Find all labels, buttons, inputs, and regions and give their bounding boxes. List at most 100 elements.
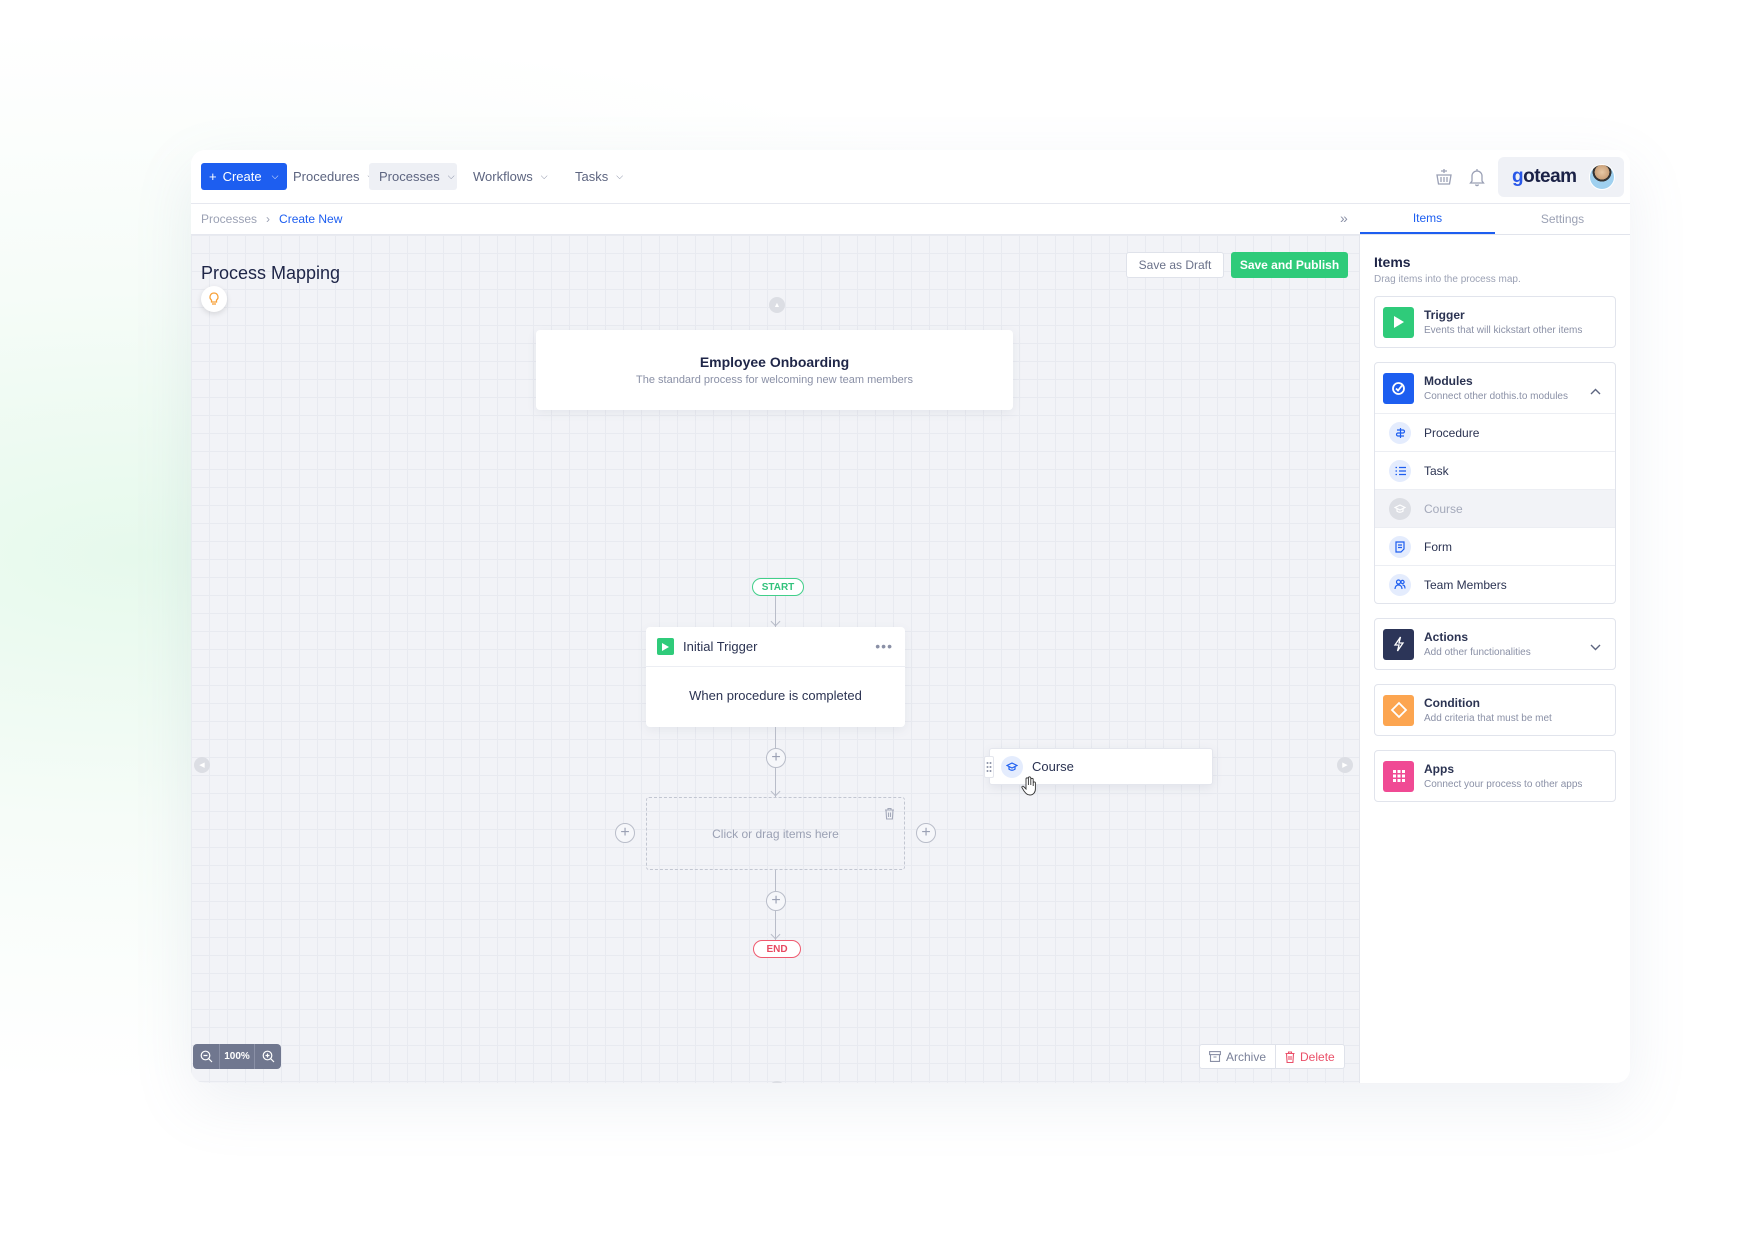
modules-header[interactable]: Modules Connect other dothis.to modules	[1375, 363, 1615, 413]
form-icon	[1389, 535, 1411, 558]
module-label: Team Members	[1424, 577, 1507, 592]
scroll-up-icon[interactable]: ▲	[769, 297, 785, 313]
archive-button[interactable]: Archive	[1200, 1045, 1277, 1068]
check-circle-icon	[1383, 372, 1414, 404]
scroll-left-icon[interactable]: ◀	[194, 757, 210, 773]
start-node: START	[752, 578, 804, 596]
item-modules: Modules Connect other dothis.to modules …	[1374, 362, 1616, 604]
module-label: Course	[1424, 501, 1463, 516]
process-header-card[interactable]: Employee Onboarding The standard process…	[536, 330, 1013, 410]
breadcrumb-processes[interactable]: Processes	[201, 212, 257, 226]
nav-workflows[interactable]: Workflows ⌵	[463, 163, 558, 190]
item-desc: Add criteria that must be met	[1424, 713, 1552, 724]
diamond-icon	[1383, 694, 1414, 726]
grid-icon	[1383, 760, 1414, 792]
process-title: Employee Onboarding	[699, 354, 850, 370]
add-left-branch-button[interactable]: +	[615, 823, 635, 843]
zoom-level: 100%	[219, 1044, 255, 1069]
trash-icon	[1285, 1050, 1295, 1063]
module-procedure[interactable]: Procedure	[1375, 413, 1615, 451]
nav-label: Workflows	[473, 169, 533, 184]
save-and-publish-button[interactable]: Save and Publish	[1231, 252, 1348, 278]
module-team-members[interactable]: Team Members	[1375, 565, 1615, 603]
chevron-down-icon: ⌵	[540, 171, 548, 181]
item-desc: Connect other dothis.to modules	[1424, 391, 1568, 402]
play-icon	[657, 638, 674, 655]
trigger-title: Initial Trigger	[683, 639, 758, 654]
add-step-button[interactable]: +	[766, 748, 786, 768]
tab-settings[interactable]: Settings	[1495, 204, 1630, 234]
item-name: Apps	[1424, 762, 1454, 776]
hand-cursor-icon	[1021, 776, 1037, 801]
dragged-item-label: Course	[1032, 759, 1074, 774]
lightbulb-icon[interactable]	[201, 286, 227, 312]
panel-subtitle: Drag items into the process map.	[1374, 274, 1521, 285]
play-icon	[1383, 306, 1414, 338]
drag-handle-icon[interactable]	[984, 756, 994, 778]
brand-logo: goteam	[1512, 166, 1577, 187]
save-as-draft-button[interactable]: Save as Draft	[1126, 252, 1224, 278]
panel-tabs: Items Settings	[1360, 204, 1630, 235]
item-trigger[interactable]: Trigger Events that will kickstart other…	[1374, 296, 1616, 348]
nav-tasks[interactable]: Tasks ⌵	[565, 163, 633, 190]
panel-title: Items	[1374, 254, 1411, 270]
zoom-in-icon[interactable]	[255, 1044, 281, 1069]
app-window: + Create ⌵ Procedures ⌵ Processes ⌵ Work…	[191, 150, 1630, 1083]
archive-label: Archive	[1226, 1049, 1267, 1064]
item-actions[interactable]: Actions Add other functionalities	[1374, 618, 1616, 670]
chevron-down-icon: ⌵	[447, 171, 455, 181]
module-label: Form	[1424, 539, 1452, 554]
bell-icon[interactable]	[1467, 167, 1487, 187]
drop-zone[interactable]: Click or drag items here	[646, 797, 905, 870]
chevron-right-icon: ›	[266, 212, 271, 226]
item-name: Condition	[1424, 696, 1480, 710]
plus-icon: +	[209, 169, 217, 184]
item-desc: Events that will kickstart other items	[1424, 325, 1583, 336]
users-icon	[1389, 573, 1411, 596]
scroll-right-icon[interactable]: ▶	[1337, 757, 1353, 773]
account-menu[interactable]: goteam	[1498, 157, 1624, 197]
archive-icon	[1209, 1051, 1221, 1062]
delete-label: Delete	[1300, 1049, 1335, 1064]
tab-items[interactable]: Items	[1360, 204, 1495, 234]
item-name: Modules	[1424, 374, 1473, 388]
module-course[interactable]: Course	[1375, 489, 1615, 527]
process-canvas[interactable]: Process Mapping Save as Draft Save and P…	[191, 235, 1360, 1083]
nav-label: Procedures	[293, 169, 360, 184]
nav-label: Processes	[379, 169, 440, 184]
module-task[interactable]: Task	[1375, 451, 1615, 489]
item-apps[interactable]: Apps Connect your process to other apps	[1374, 750, 1616, 802]
chevron-up-icon[interactable]	[1590, 382, 1601, 400]
items-panel: Items Settings Items Drag items into the…	[1360, 204, 1630, 1083]
scroll-down-icon[interactable]: ▼	[769, 1081, 785, 1083]
module-label: Procedure	[1424, 425, 1480, 440]
item-name: Actions	[1424, 630, 1469, 644]
zoom-control: 100%	[193, 1044, 281, 1069]
dropzone-label: Click or drag items here	[712, 826, 839, 841]
chevron-down-icon: ⌵	[271, 171, 279, 181]
collapse-panel-icon[interactable]: »	[1340, 210, 1348, 226]
arrow-down-icon	[770, 616, 781, 627]
arrow-down-icon	[770, 929, 781, 940]
delete-button[interactable]: Delete	[1276, 1045, 1344, 1068]
item-name: Trigger	[1424, 308, 1465, 322]
nav-processes[interactable]: Processes ⌵	[369, 163, 457, 190]
graduation-cap-icon	[1001, 755, 1023, 778]
module-label: Task	[1424, 463, 1449, 478]
create-button[interactable]: + Create ⌵	[201, 163, 287, 190]
item-desc: Connect your process to other apps	[1424, 779, 1583, 790]
avatar	[1588, 164, 1615, 190]
module-form[interactable]: Form	[1375, 527, 1615, 565]
initial-trigger-card[interactable]: Initial Trigger ••• When procedure is co…	[646, 627, 905, 727]
more-options-icon[interactable]: •••	[875, 638, 893, 654]
create-label: Create	[222, 169, 262, 184]
basket-icon[interactable]	[1434, 167, 1454, 187]
add-right-branch-button[interactable]: +	[916, 823, 936, 843]
top-navbar: + Create ⌵ Procedures ⌵ Processes ⌵ Work…	[191, 150, 1630, 204]
page-title: Process Mapping	[201, 263, 341, 283]
add-step-button[interactable]: +	[766, 891, 786, 911]
chevron-down-icon[interactable]	[1590, 638, 1601, 656]
item-condition[interactable]: Condition Add criteria that must be met	[1374, 684, 1616, 736]
zoom-out-icon[interactable]	[193, 1044, 219, 1069]
trash-icon[interactable]	[884, 807, 895, 823]
